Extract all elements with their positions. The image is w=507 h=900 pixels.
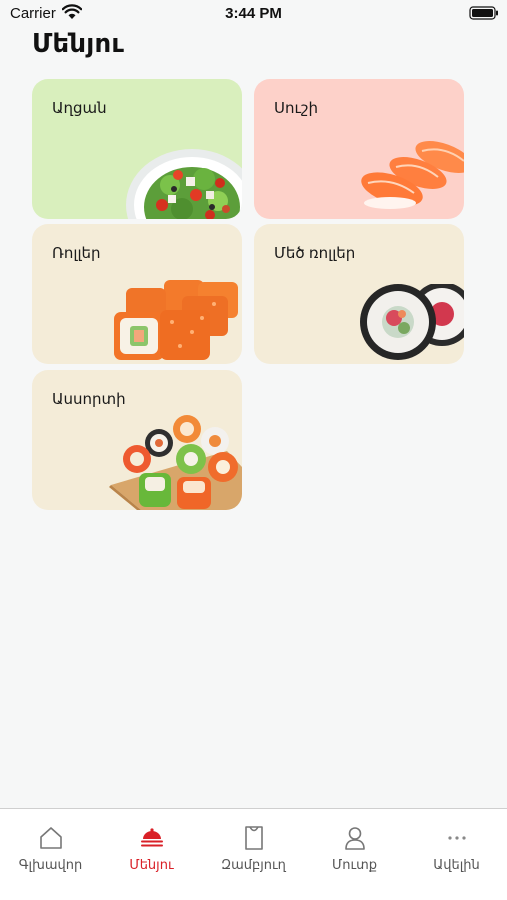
category-card-sushi[interactable]: Սուշի bbox=[254, 79, 464, 219]
rolls-image bbox=[114, 280, 238, 360]
tab-label: Մուտք bbox=[331, 857, 378, 872]
category-label: Ռոլլեր bbox=[52, 245, 101, 262]
menu-screen: Carrier 3:44 PM Մենյու Աղցան Սուշի Ռոլլե… bbox=[0, 0, 507, 900]
category-card-big-rolls[interactable]: Մեծ ռոլլեր bbox=[254, 224, 464, 364]
tab-menu[interactable]: Մենյու bbox=[101, 809, 202, 900]
salad-image bbox=[126, 149, 242, 219]
category-card-salad[interactable]: Աղցան bbox=[32, 79, 242, 219]
tab-login[interactable]: Մուտք bbox=[304, 809, 405, 900]
tab-cart[interactable]: Զամբյուղ bbox=[203, 809, 304, 900]
page-title: Մենյու bbox=[32, 28, 125, 58]
category-label: Ասսորտի bbox=[52, 391, 126, 408]
category-card-rolls[interactable]: Ռոլլեր bbox=[32, 224, 242, 364]
more-icon bbox=[448, 836, 466, 840]
tab-label: Զամբյուղ bbox=[221, 857, 286, 872]
category-label: Մեծ ռոլլեր bbox=[274, 245, 356, 262]
user-icon bbox=[345, 827, 365, 850]
bag-icon bbox=[245, 826, 263, 850]
clock: 3:44 PM bbox=[225, 5, 282, 22]
assorted-image bbox=[109, 415, 242, 510]
sushi-image bbox=[361, 141, 464, 209]
category-label: Սուշի bbox=[274, 100, 318, 117]
category-card-assorted[interactable]: Ասսորտի bbox=[32, 370, 242, 510]
big-rolls-image bbox=[360, 284, 464, 360]
status-bar: Carrier 3:44 PM bbox=[0, 0, 507, 28]
bottom-tab-bar: Գլխավոր Մենյու Զամբյուղ Մուտք Ավելին bbox=[0, 808, 507, 900]
tab-label: Ավելին bbox=[433, 857, 480, 872]
tab-label: Գլխավոր bbox=[18, 857, 83, 872]
tab-label: Մենյու bbox=[129, 857, 174, 872]
tab-more[interactable]: Ավելին bbox=[406, 809, 507, 900]
cloche-icon bbox=[141, 828, 163, 847]
tab-home[interactable]: Գլխավոր bbox=[0, 809, 101, 900]
battery-icon bbox=[469, 6, 498, 20]
home-icon bbox=[40, 827, 62, 849]
category-label: Աղցան bbox=[52, 100, 107, 117]
